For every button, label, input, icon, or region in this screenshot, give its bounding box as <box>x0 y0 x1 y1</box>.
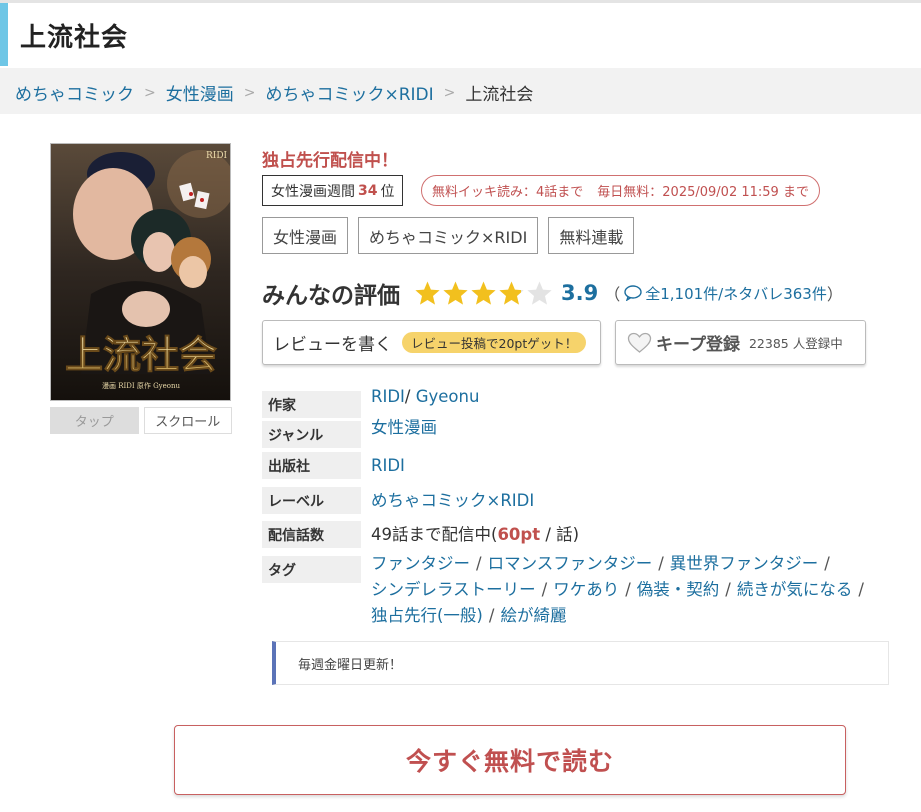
info-val-label: めちゃコミック×RIDI <box>371 487 534 514</box>
breadcrumb-link-label[interactable]: めちゃコミック×RIDI <box>265 80 433 105</box>
author-separator: / <box>404 387 411 406</box>
info-key-author: 作家 <box>262 391 361 418</box>
write-review-label: レビューを書く <box>273 335 392 355</box>
heart-icon <box>627 332 652 353</box>
chevron-right-icon: > <box>443 84 456 101</box>
info-val-episodes: 49話まで配信中(60pt / 話) <box>371 521 579 548</box>
tag-link[interactable]: ロマンスファンタジー <box>488 554 653 573</box>
category-button-genre[interactable]: 女性漫画 <box>262 217 349 254</box>
rank-prefix: 女性漫画週間 <box>271 183 355 200</box>
info-row-episodes: 配信話数 49話まで配信中(60pt / 話) <box>262 521 579 548</box>
update-notice: 毎週金曜日更新！ <box>272 641 889 685</box>
info-key-genre: ジャンル <box>262 421 361 448</box>
episodes-price: 60pt <box>497 525 541 544</box>
review-points-badge: レビュー投稿で20ptゲット！ <box>402 332 587 353</box>
rating-row: みんなの評価 3.9 （ 全1,101件/ネタバレ363件 ） <box>262 275 843 311</box>
tag-separator: / <box>725 580 731 599</box>
tag-separator: / <box>476 554 482 573</box>
title-bar <box>0 3 921 67</box>
read-free-button[interactable]: 今すぐ無料で読む <box>174 725 846 795</box>
tag-list: ファンタジー / ロマンスファンタジー / 異世界ファンタジー / シンデレラストーリー /… <box>371 551 891 629</box>
write-review-button[interactable]: レビューを書く レビュー投稿で20ptゲット！ <box>262 320 601 365</box>
free-binge-text: 無料イッキ読み：4話まで <box>432 185 584 200</box>
info-row-author: 作家 RIDI/ Gyeonu <box>262 387 479 418</box>
breadcrumb-link-genre[interactable]: 女性漫画 <box>166 80 234 105</box>
tag-link[interactable]: 独占先行(一般) <box>371 606 483 625</box>
rating-score: 3.9 <box>561 281 599 305</box>
tab-scroll[interactable]: スクロール <box>143 407 232 434</box>
chevron-right-icon: > <box>144 84 156 101</box>
info-row-genre: ジャンル 女性漫画 <box>262 418 437 448</box>
star-icon <box>415 281 440 305</box>
chevron-right-icon: > <box>243 84 256 101</box>
paren-open: （ <box>604 285 621 304</box>
tag-link[interactable]: ワケあり <box>553 580 619 599</box>
tab-tap[interactable]: タップ <box>50 407 139 434</box>
tag-link[interactable]: シンデレラストーリー <box>371 580 536 599</box>
info-row-label: レーベル めちゃコミック×RIDI <box>262 487 534 514</box>
category-button-free[interactable]: 無料連載 <box>548 217 635 254</box>
rating-label: みんなの評価 <box>262 283 400 309</box>
rank-suffix: 位 <box>380 183 395 200</box>
keep-count: 22385 人登録中 <box>748 336 843 351</box>
daily-free-text: 毎日無料：2025/09/02 11:59 まで <box>597 185 809 200</box>
publisher-link[interactable]: RIDI <box>371 456 405 475</box>
speech-bubble-icon <box>624 285 642 301</box>
category-buttons: 女性漫画 めちゃコミック×RIDI 無料連載 <box>262 217 635 254</box>
breadcrumb: めちゃコミック > 女性漫画 > めちゃコミック×RIDI > 上流社会 <box>15 80 534 106</box>
tag-separator: / <box>541 580 548 599</box>
weekly-rank-badge[interactable]: 女性漫画週間 34 位 <box>262 175 404 206</box>
cover-image[interactable]: RIDI 上流社会 漫画 RIDI 原作 Gyeonu <box>50 143 231 401</box>
tag-link[interactable]: 続きが気になる <box>737 580 853 599</box>
review-count-link[interactable]: 全1,101件/ネタバレ363件 <box>620 283 827 304</box>
rating-stars <box>414 280 553 307</box>
star-icon <box>471 281 496 305</box>
tag-separator: / <box>658 554 664 573</box>
tag-link[interactable]: ファンタジー <box>371 554 470 573</box>
title-accent-bar <box>0 3 8 66</box>
keep-button[interactable]: キープ登録 22385 人登録中 <box>615 320 866 365</box>
breadcrumb-link-home[interactable]: めちゃコミック <box>15 80 134 105</box>
tag-link[interactable]: 異世界ファンタジー <box>670 554 819 573</box>
tag-link[interactable]: 偽装・契約 <box>637 580 720 599</box>
review-count-text: 全1,101件/ネタバレ363件 <box>645 284 827 303</box>
tag-separator: / <box>858 580 864 599</box>
info-key-publisher: 出版社 <box>262 452 361 479</box>
star-icon <box>443 281 468 305</box>
tag-separator: / <box>488 606 495 625</box>
info-key-episodes: 配信話数 <box>262 521 361 548</box>
author-link-gyeonu[interactable]: Gyeonu <box>416 387 480 406</box>
category-button-label[interactable]: めちゃコミック×RIDI <box>358 217 539 254</box>
breadcrumb-current: 上流社会 <box>465 85 534 105</box>
info-val-publisher: RIDI <box>371 452 405 479</box>
episodes-text: 49話まで配信中( <box>371 525 498 544</box>
keep-label: キープ登録 <box>656 335 740 355</box>
tag-separator: / <box>824 554 830 573</box>
author-link-ridi[interactable]: RIDI <box>371 387 405 406</box>
label-link[interactable]: めちゃコミック×RIDI <box>371 491 534 510</box>
svg-text:上流社会: 上流社会 <box>65 332 217 377</box>
rank-number: 34 <box>358 182 378 199</box>
star-icon <box>527 281 552 305</box>
paren-close: ） <box>826 285 843 304</box>
breadcrumb-bar: めちゃコミック > 女性漫画 > めちゃコミック×RIDI > 上流社会 <box>0 68 921 114</box>
tag-separator: / <box>625 580 631 599</box>
svg-text:漫画 RIDI 原作 Gyeonu: 漫画 RIDI 原作 Gyeonu <box>102 381 180 390</box>
exclusive-label: 独占先行配信中！ <box>262 151 398 171</box>
free-info-badge: 無料イッキ読み：4話まで 毎日無料：2025/09/02 11:59 まで <box>421 175 820 206</box>
info-key-label: レーベル <box>262 487 361 514</box>
star-icon <box>499 281 524 305</box>
page-title: 上流社会 <box>20 23 129 53</box>
info-val-author: RIDI/ Gyeonu <box>371 386 479 418</box>
info-row-publisher: 出版社 RIDI <box>262 452 405 479</box>
svg-text:RIDI: RIDI <box>206 151 228 161</box>
genre-link[interactable]: 女性漫画 <box>371 418 437 437</box>
info-val-genre: 女性漫画 <box>371 417 437 448</box>
info-key-tags: タグ <box>262 556 361 583</box>
view-mode-tabs: タップ スクロール <box>50 407 232 434</box>
info-row-tags: タグ <box>262 556 361 583</box>
episodes-unit: / 話) <box>540 525 580 544</box>
tag-link[interactable]: 絵が綺麗 <box>500 606 566 625</box>
